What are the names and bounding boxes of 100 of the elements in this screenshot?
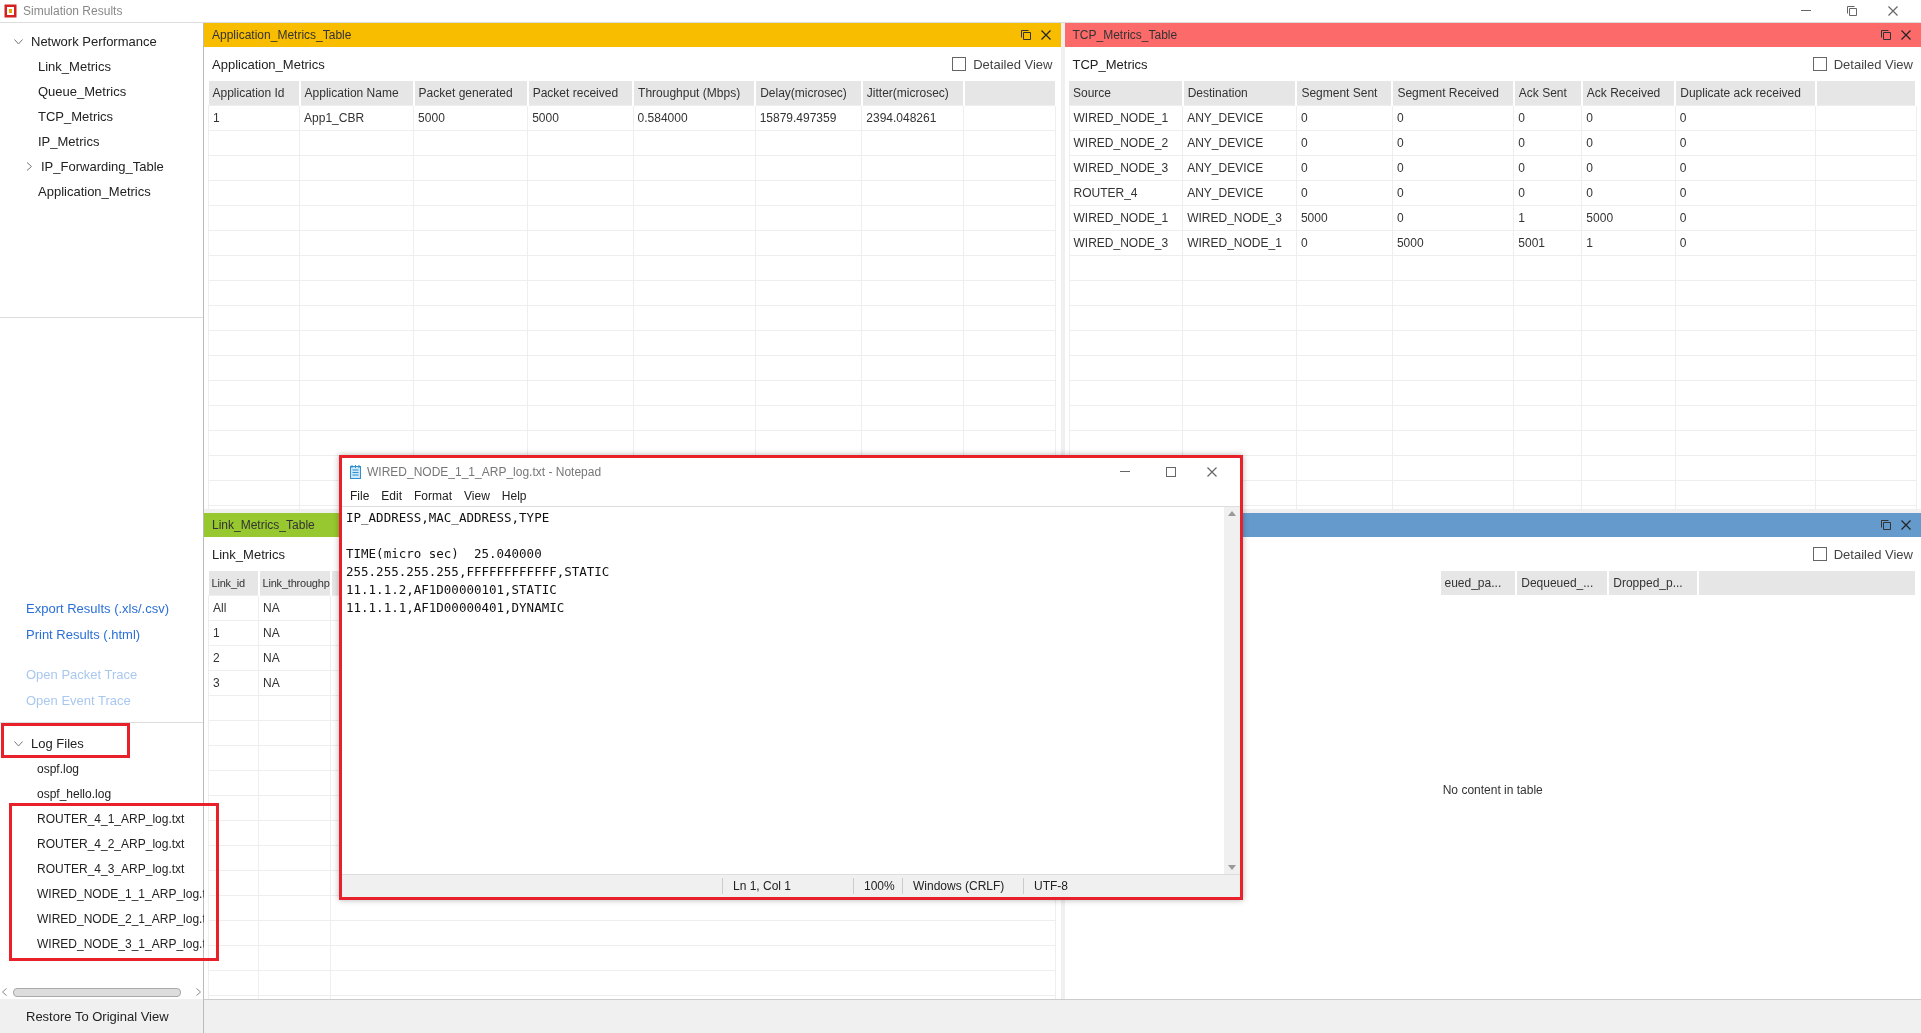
table-cell: 0 <box>1392 130 1514 156</box>
tree-item[interactable]: Log Files <box>31 736 84 751</box>
table-heading: Link_Metrics <box>212 546 285 562</box>
checkbox-label: Detailed View <box>1833 546 1913 562</box>
column-header[interactable]: Ack Sent <box>1513 81 1582 106</box>
column-header[interactable]: Link_throughp <box>258 571 331 596</box>
table-cell: 0 <box>1513 130 1582 156</box>
app-icon <box>4 4 17 18</box>
window-title: Simulation Results <box>23 4 124 18</box>
log-file-item[interactable]: WIRED_NODE_1_1_ARP_log.t <box>37 886 206 901</box>
column-header[interactable]: Application Name <box>299 81 414 106</box>
log-file-item[interactable]: WIRED_NODE_3_1_ARP_log.t <box>37 936 206 951</box>
tree-item[interactable]: IP_Forwarding_Table <box>41 159 164 174</box>
tree-item[interactable]: Queue_Metrics <box>38 84 127 99</box>
minimize-icon[interactable] <box>1801 10 1811 12</box>
chevron-icon[interactable] <box>14 38 23 45</box>
column-header[interactable]: Dequeued_... <box>1516 571 1609 595</box>
column-header[interactable]: Segment Sent <box>1296 81 1393 106</box>
close-icon[interactable] <box>1901 520 1911 530</box>
restore-icon[interactable] <box>1020 30 1031 40</box>
table-cell: WIRED_NODE_3 <box>1182 205 1297 231</box>
maximize-icon[interactable] <box>1166 467 1176 477</box>
table-cell: 1 <box>1513 205 1582 231</box>
column-header[interactable]: Dropped_p... <box>1608 571 1698 595</box>
column-header[interactable]: Link_id <box>208 571 259 596</box>
column-header[interactable]: Duplicate ack received <box>1675 81 1816 106</box>
tree-item[interactable]: Link_Metrics <box>38 59 111 74</box>
table-cell: WIRED_NODE_1 <box>1182 230 1297 256</box>
empty-message: No content in table <box>1441 783 1544 797</box>
table-cell: 0 <box>1581 155 1676 181</box>
table-cell: 0 <box>1675 180 1816 206</box>
log-file-item[interactable]: ROUTER_4_3_ARP_log.txt <box>37 861 185 876</box>
column-header[interactable]: Application Id <box>208 81 300 106</box>
table-cell: 2 <box>208 645 259 671</box>
tree-item[interactable]: TCP_Metrics <box>38 109 114 124</box>
table-cell: 0 <box>1675 155 1816 181</box>
table-cell: 5000 <box>1296 205 1393 231</box>
table-cell: 0 <box>1675 105 1816 131</box>
menu-item[interactable]: Help <box>497 489 535 503</box>
table-cell: 1 <box>208 105 300 131</box>
tree-item[interactable]: Network Performance <box>31 34 157 49</box>
tree-item[interactable]: Application_Metrics <box>38 184 151 199</box>
column-header[interactable]: Delay(microsec) <box>755 81 862 106</box>
column-header[interactable]: Throughput (Mbps) <box>633 81 756 106</box>
chevron-icon[interactable] <box>25 162 34 171</box>
table-cell: ANY_DEVICE <box>1182 155 1297 181</box>
restore-icon[interactable] <box>1847 6 1857 16</box>
table-cell: 3 <box>208 670 259 696</box>
table-cell: ANY_DEVICE <box>1182 130 1297 156</box>
close-icon[interactable] <box>1901 30 1911 40</box>
column-header[interactable]: eued_pa... <box>1439 571 1517 595</box>
log-file-item[interactable]: ROUTER_4_1_ARP_log.txt <box>37 811 185 826</box>
scroll-right-icon[interactable] <box>196 988 201 996</box>
chevron-icon[interactable] <box>14 740 23 747</box>
status-text: Ln 1, Col 1 <box>722 878 853 894</box>
menu-item[interactable]: File <box>346 489 378 503</box>
panel-title: TCP_Metrics_Table <box>1072 28 1178 42</box>
checkbox[interactable] <box>1812 57 1827 71</box>
table-cell: 0 <box>1392 205 1514 231</box>
table-cell: ROUTER_4 <box>1069 180 1183 206</box>
menu-item[interactable]: View <box>460 489 498 503</box>
table-cell: 0 <box>1513 105 1582 131</box>
column-header[interactable]: Segment Received <box>1392 81 1514 106</box>
close-icon[interactable] <box>1207 467 1217 477</box>
restore-icon[interactable] <box>1881 520 1891 530</box>
sidebar-link[interactable]: Export Results (.xls/.csv) <box>26 601 203 618</box>
restore-icon[interactable] <box>1881 30 1891 40</box>
minimize-icon[interactable] <box>1120 471 1130 473</box>
close-icon[interactable] <box>1040 30 1051 40</box>
log-file-item[interactable]: ROUTER_4_2_ARP_log.txt <box>37 836 185 851</box>
column-header[interactable]: Packet received <box>527 81 634 106</box>
tree-item[interactable]: IP_Metrics <box>38 134 100 149</box>
scroll-left-icon[interactable] <box>2 988 7 996</box>
checkbox[interactable] <box>952 57 967 71</box>
checkbox[interactable] <box>1812 547 1827 561</box>
table-cell: WIRED_NODE_2 <box>1069 130 1183 156</box>
notepad-icon <box>350 465 361 479</box>
column-header[interactable]: Source <box>1069 81 1183 106</box>
log-file-item[interactable]: ospf.log <box>37 761 80 776</box>
close-icon[interactable] <box>1888 6 1898 16</box>
document-text[interactable]: IP_ADDRESS,MAC_ADDRESS,TYPE TIME(micro sec) 25.040000 255.255.255.255,FFFFFFFFFFFF,STATIC 11.1.1.2,AF1D00000101,STATIC 11.1.1.1,AF1D00000401,DYNAMIC <box>342 507 1224 874</box>
log-file-item[interactable]: WIRED_NODE_2_1_ARP_log.t <box>37 911 206 926</box>
restore-view-button[interactable]: Restore To Original View <box>0 999 203 1033</box>
column-header[interactable]: Jitter(microsec) <box>861 81 964 106</box>
table-cell: 1 <box>208 620 259 646</box>
menu-item[interactable]: Format <box>410 489 461 503</box>
checkbox-label: Detailed View <box>1833 56 1913 72</box>
horizontal-scrollbar[interactable] <box>2 985 201 999</box>
column-header[interactable]: Destination <box>1182 81 1297 106</box>
table-cell: All <box>208 595 259 621</box>
table-cell: 5000 <box>1581 205 1676 231</box>
column-header[interactable]: Packet generated <box>413 81 528 106</box>
table-cell: WIRED_NODE_1 <box>1069 205 1183 231</box>
status-text: UTF-8 <box>1023 878 1134 894</box>
sidebar-link[interactable]: Print Results (.html) <box>26 627 203 644</box>
table-cell: App1_CBR <box>299 105 414 131</box>
menu-item[interactable]: Edit <box>377 489 411 503</box>
log-file-item[interactable]: ospf_hello.log <box>37 786 112 801</box>
table-cell: 0 <box>1581 130 1676 156</box>
column-header[interactable]: Ack Received <box>1581 81 1676 106</box>
